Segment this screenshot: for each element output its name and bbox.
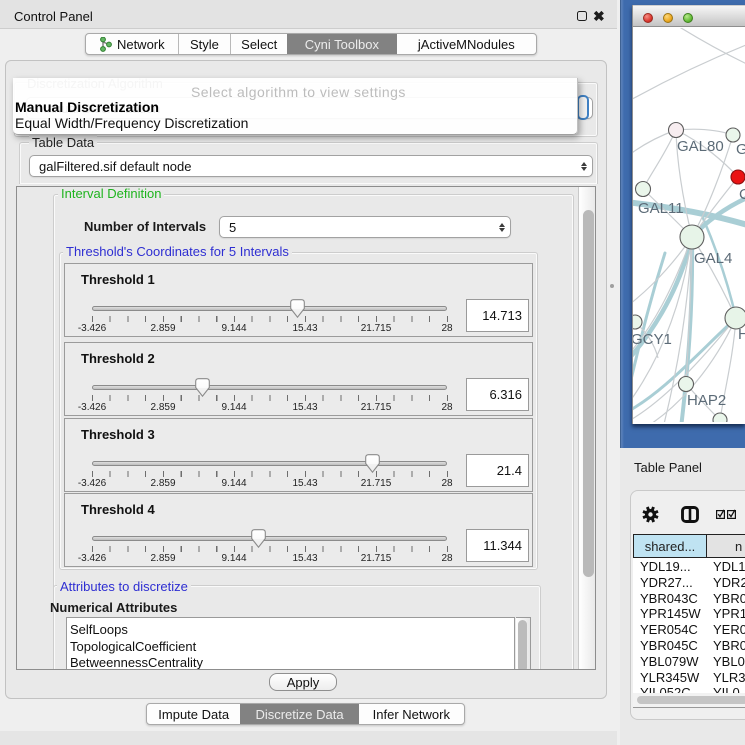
svg-text:GAL80: GAL80 <box>677 138 724 155</box>
svg-text:HAP2: HAP2 <box>687 392 726 409</box>
svg-text:H: H <box>738 326 745 343</box>
svg-text:GCY1: GCY1 <box>633 331 672 348</box>
svg-text:C: C <box>739 186 745 203</box>
svg-text:GAL11: GAL11 <box>638 200 684 217</box>
svg-text:GA: GA <box>736 141 745 158</box>
svg-text:GAL4: GAL4 <box>694 250 732 267</box>
